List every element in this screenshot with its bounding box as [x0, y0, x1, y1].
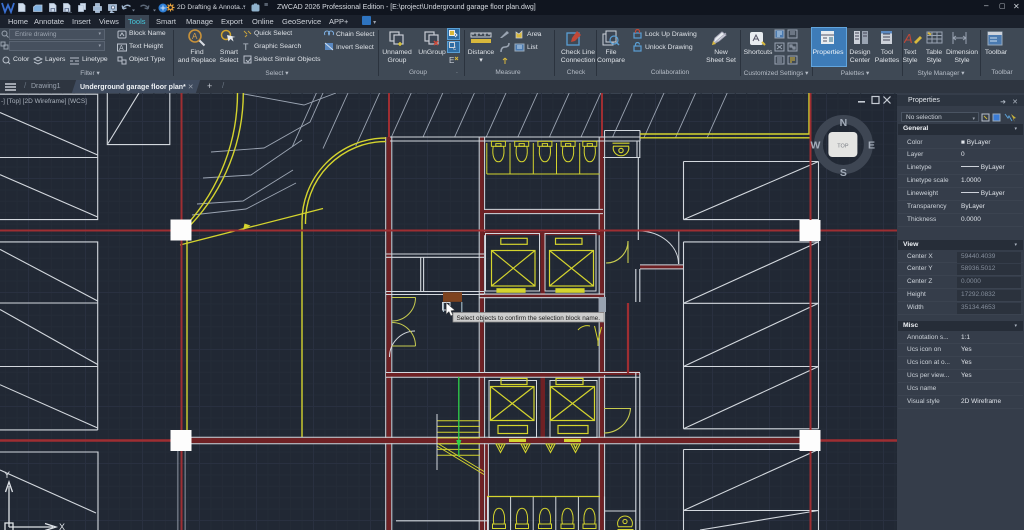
svg-text:T: T [243, 42, 249, 51]
svg-text:N: N [840, 117, 848, 129]
svg-text:X: X [59, 522, 65, 530]
svg-text:TOP: TOP [837, 144, 849, 150]
svg-text:-] [Top] [2D Wireframe] [WCS]: -] [Top] [2D Wireframe] [WCS] [1, 98, 87, 105]
svg-text:A: A [119, 45, 124, 52]
svg-text:Y: Y [4, 470, 10, 480]
svg-text:c: c [453, 46, 456, 51]
svg-text:A: A [904, 31, 913, 46]
svg-text:W: W [811, 140, 821, 152]
svg-text:S: S [840, 167, 847, 179]
svg-text:Select objects to confirm the: Select objects to confirm the selection … [457, 315, 601, 322]
svg-text:E: E [449, 56, 454, 65]
svg-text:E: E [868, 140, 875, 152]
svg-text:A: A [192, 32, 198, 41]
